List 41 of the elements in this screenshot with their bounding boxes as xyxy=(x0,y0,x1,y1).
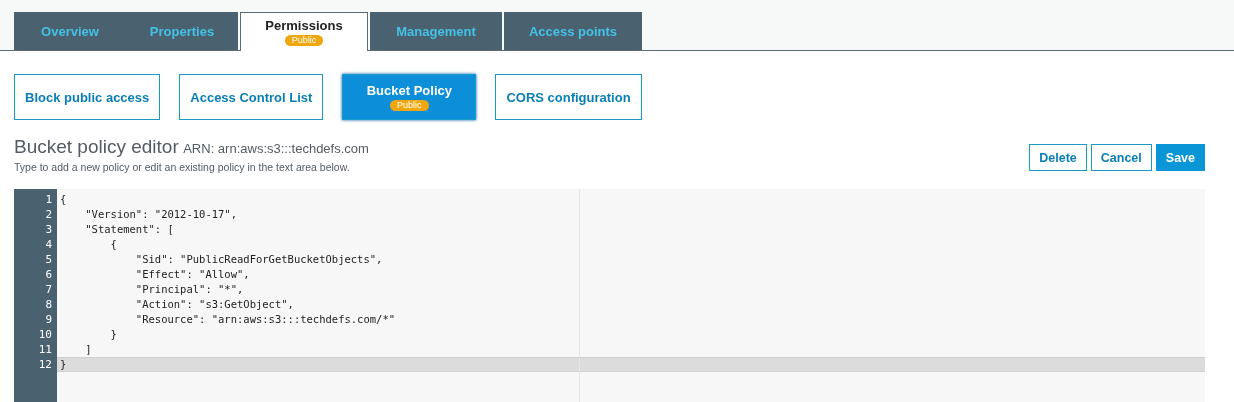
code-line: "Action": "s3:GetObject", xyxy=(134,297,295,312)
subtab[interactable]: CORS configuration xyxy=(495,74,642,120)
tab[interactable]: Permissions Public xyxy=(240,12,368,51)
line-number: 3 xyxy=(44,222,53,237)
hint-text: Type to add a new policy or edit an existing policy in the text area below. xyxy=(14,161,351,173)
line-number: 12 xyxy=(37,357,53,372)
tab[interactable]: Management xyxy=(370,12,502,50)
line-number: 4 xyxy=(44,237,53,252)
action-button[interactable]: Cancel xyxy=(1090,144,1152,171)
code-line: { xyxy=(109,237,118,252)
line-number: 7 xyxy=(44,282,53,297)
save-button[interactable]: Save xyxy=(1155,144,1205,171)
code-line: "Principal": "*", xyxy=(134,282,245,297)
action-button[interactable]: Delete xyxy=(1029,144,1087,171)
code-line: "Version": "2012-10-17", xyxy=(84,207,238,222)
editor-title: Bucket policy editor xyxy=(14,136,179,157)
line-number: 1 xyxy=(44,192,53,207)
line-number: 5 xyxy=(44,252,53,267)
subtab[interactable]: Bucket Policy Public xyxy=(342,74,477,120)
status-badge: Public xyxy=(284,35,324,46)
code-line: ] xyxy=(84,342,93,357)
code-line: "Sid": "PublicReadForGetBucketObjects", xyxy=(134,252,384,267)
status-badge: Public xyxy=(390,100,429,111)
code-line: "Statement": [ xyxy=(84,222,175,237)
line-number: 8 xyxy=(44,297,53,312)
subtab[interactable]: Access Control List xyxy=(179,74,324,120)
code-line: "Resource": "arn:aws:s3:::techdefs.com/*" xyxy=(134,312,397,327)
code-line: { xyxy=(59,192,68,207)
line-number: 2 xyxy=(44,207,53,222)
arn-label: ARN: arn:aws:s3:::techdefs.com xyxy=(183,141,369,156)
code-line: "Effect": "Allow", xyxy=(134,267,251,282)
code-line: } xyxy=(109,327,118,342)
line-number: 6 xyxy=(44,267,53,282)
subtab[interactable]: Block public access xyxy=(14,74,161,120)
line-number: 9 xyxy=(44,312,53,327)
code-editor[interactable] xyxy=(14,189,1205,402)
tab[interactable]: Properties xyxy=(126,12,238,50)
tab[interactable]: Overview xyxy=(14,12,126,50)
tab[interactable]: Access points xyxy=(504,12,642,50)
line-number: 11 xyxy=(37,342,53,357)
line-number: 10 xyxy=(37,327,53,342)
